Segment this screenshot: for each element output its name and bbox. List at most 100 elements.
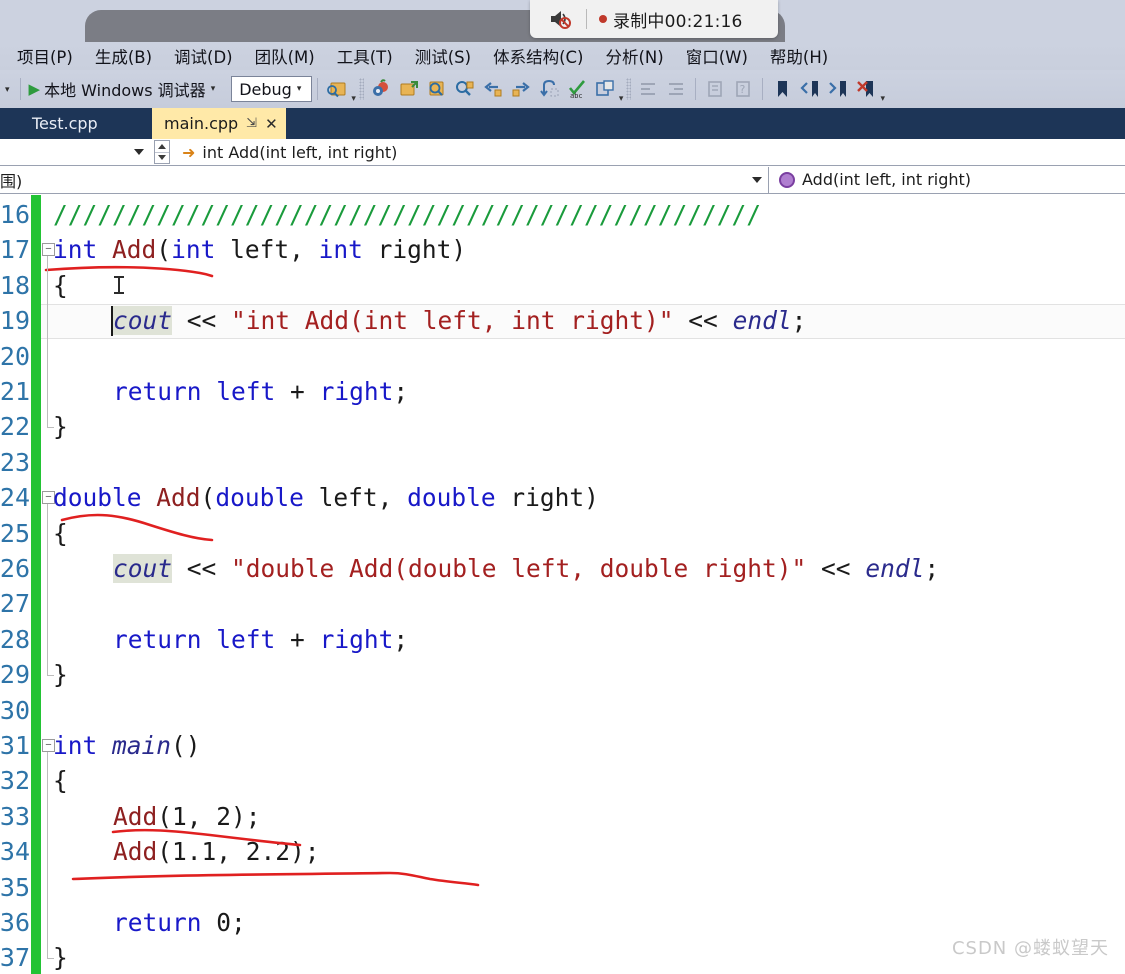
member-dropdown[interactable]: ➜ int Add(int left, int right) — [182, 143, 397, 162]
settings-apple-icon[interactable] — [370, 78, 392, 100]
menu-item-tools[interactable]: 工具(T) — [326, 42, 404, 70]
speaker-muted-icon[interactable] — [544, 6, 578, 32]
code-line[interactable]: return left + right; — [113, 622, 408, 657]
tab-main-cpp-label: main.cpp — [164, 114, 239, 133]
code-line[interactable]: cout << "double Add(double left, double … — [113, 551, 939, 586]
undo-step-icon[interactable] — [538, 78, 560, 100]
code-line[interactable]: return left + right; — [113, 374, 408, 409]
close-icon[interactable]: ✕ — [265, 115, 278, 133]
fold-guide-end — [47, 675, 54, 677]
next-bookmark-icon[interactable] — [827, 78, 849, 100]
code-line[interactable]: { — [53, 268, 68, 303]
function-dropdown[interactable]: Add(int left, int right) — [769, 170, 971, 189]
uncomment-icon[interactable]: ? — [732, 78, 754, 100]
code-line[interactable]: int Add(int left, int right) — [53, 232, 466, 267]
code-token: main — [112, 731, 172, 760]
code-line[interactable]: } — [53, 940, 68, 974]
code-token: Add — [156, 483, 201, 513]
visual-studio-window: 录制中00:21:16 项目(P) 生成(B) 调试(D) 团队(M) 工具(T… — [0, 0, 1125, 974]
toolbar-overflow-caret-icon[interactable]: ▾ — [0, 84, 15, 95]
code-token: return — [113, 908, 202, 937]
menu-item-architecture[interactable]: 体系结构(C) — [482, 42, 594, 70]
menu-item-help[interactable]: 帮助(H) — [759, 42, 839, 70]
step-into-file-icon[interactable] — [398, 78, 420, 100]
code-line[interactable]: ////////////////////////////////////////… — [53, 197, 761, 232]
chevron-down-icon[interactable] — [134, 149, 144, 155]
code-line[interactable]: } — [53, 657, 68, 692]
toolbar-group1-overflow-icon[interactable]: ▾ — [351, 93, 356, 104]
toolbar-grip-1[interactable] — [358, 78, 364, 100]
clear-bookmarks-icon[interactable] — [855, 78, 877, 100]
line-number: 28 — [0, 624, 30, 654]
code-text-area[interactable]: ////////////////////////////////////////… — [41, 195, 1125, 974]
code-token: << — [172, 306, 232, 336]
start-debugging-caret-icon[interactable]: ▾ — [206, 84, 221, 94]
quick-find-icon[interactable] — [454, 78, 476, 100]
toolbar-group3-overflow-icon[interactable]: ▾ — [880, 93, 885, 104]
spinner-down-button[interactable] — [155, 152, 169, 163]
step-back-icon[interactable] — [482, 78, 504, 100]
spell-check-abc-icon[interactable]: abc — [566, 78, 588, 100]
line-number: 34 — [0, 837, 30, 867]
code-token: + — [275, 377, 320, 406]
menu-item-project[interactable]: 项目(P) — [6, 42, 84, 70]
code-line[interactable]: { — [53, 516, 68, 551]
navigation-bar-bottom: 围) Add(int left, int right) — [0, 166, 1125, 194]
menu-item-window[interactable]: 窗口(W) — [675, 42, 759, 70]
recording-indicator[interactable]: 录制中00:21:16 — [530, 0, 778, 38]
menu-item-analyze[interactable]: 分析(N) — [594, 42, 674, 70]
spinner-up-button[interactable] — [155, 141, 169, 153]
line-number: 35 — [0, 872, 30, 902]
comment-icon[interactable] — [704, 78, 726, 100]
code-line[interactable]: double Add(double left, double right) — [53, 480, 599, 515]
code-line[interactable]: int main() — [53, 728, 201, 763]
search-scope-icon[interactable] — [326, 78, 348, 100]
chevron-down-icon-2[interactable] — [752, 176, 762, 183]
toolbar-group2-overflow-icon[interactable]: ▾ — [619, 93, 624, 104]
line-spinner[interactable] — [154, 140, 170, 164]
menu-item-debug[interactable]: 调试(D) — [163, 42, 244, 70]
solution-configuration-combo[interactable]: Debug ▾ — [231, 76, 313, 102]
code-line[interactable]: Add(1, 2); — [113, 799, 261, 834]
tab-main-cpp[interactable]: main.cpp ⇲ ✕ — [152, 108, 286, 139]
toolbar-grip-2[interactable] — [626, 78, 632, 100]
find-in-files-icon[interactable] — [426, 78, 448, 100]
menu-item-team[interactable]: 团队(M) — [244, 42, 326, 70]
code-token: } — [53, 660, 68, 690]
prev-bookmark-icon[interactable] — [799, 78, 821, 100]
code-token: right — [319, 624, 394, 654]
code-line[interactable]: { — [53, 763, 68, 798]
document-tab-strip: Test.cpp main.cpp ⇲ ✕ — [0, 108, 1125, 139]
line-number: 21 — [0, 377, 30, 406]
code-token: int — [53, 235, 98, 265]
menu-item-test[interactable]: 测试(S) — [404, 42, 482, 70]
step-forward-icon[interactable] — [510, 78, 532, 100]
navigation-bar-top: ➜ int Add(int left, int right) — [0, 139, 1125, 166]
code-token: int — [318, 235, 363, 265]
menu-item-build[interactable]: 生成(B) — [84, 42, 163, 70]
code-line[interactable]: cout << "int Add(int left, int right)" <… — [113, 303, 806, 338]
watermark: CSDN @蝼蚁望天 — [951, 938, 1109, 959]
tab-test-cpp[interactable]: Test.cpp — [20, 108, 110, 139]
indent-right-icon[interactable] — [665, 78, 687, 100]
code-line[interactable]: } — [53, 409, 68, 444]
copy-window-icon[interactable] — [594, 78, 616, 100]
member-arrow-icon: ➜ — [182, 142, 196, 162]
code-line[interactable]: Add(1.1, 2.2); — [113, 834, 320, 869]
code-line[interactable]: return 0; — [113, 905, 246, 940]
code-token: endl — [865, 554, 925, 583]
type-dropdown[interactable] — [0, 139, 150, 165]
code-token: } — [53, 943, 68, 973]
fold-guide-end — [47, 427, 54, 429]
start-debugging-button[interactable]: ▶ 本地 Windows 调试器 ▾ — [26, 75, 224, 103]
code-editor[interactable]: 16 17 18 19 20 21 22 23 24 25 26 27 28 29 30 31 32 33 34 35… — [0, 195, 1125, 974]
bookmark-icon[interactable] — [771, 78, 793, 100]
code-token: right — [319, 377, 394, 406]
pin-icon[interactable]: ⇲ — [246, 116, 257, 131]
scope-dropdown[interactable]: 围) — [0, 166, 768, 193]
code-token: "double Add(double left, double right)" — [231, 554, 807, 583]
indent-left-icon[interactable] — [637, 78, 659, 100]
chevron-down-icon[interactable]: ▾ — [292, 84, 307, 94]
